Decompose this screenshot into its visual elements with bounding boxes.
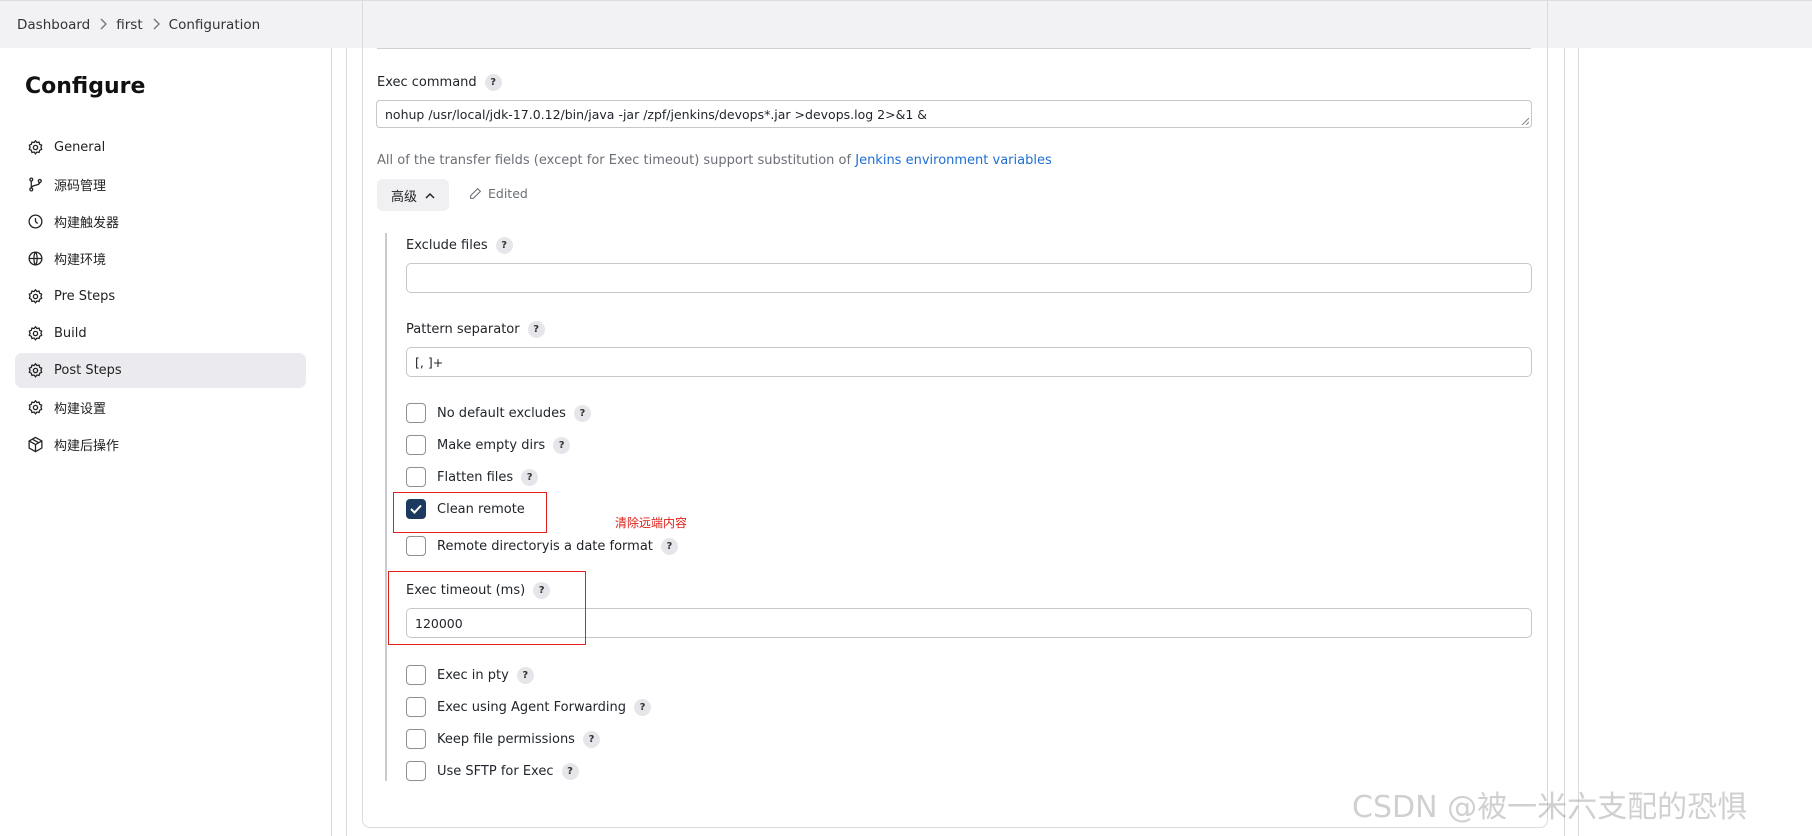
chevron-up-icon	[425, 192, 435, 199]
annotation-box-exec-timeout	[388, 571, 586, 645]
use-sftp-for-exec-checkbox[interactable]	[406, 761, 426, 781]
breadcrumb-first[interactable]: first	[116, 17, 142, 33]
sidebar-item-pre-steps[interactable]: Pre Steps	[15, 279, 306, 314]
remote-directory-date-format-checkbox[interactable]	[406, 536, 426, 556]
jenkins-env-vars-link[interactable]: Jenkins environment variables	[855, 153, 1052, 168]
sidebar-item-label: Build	[54, 326, 87, 341]
no-default-excludes-checkbox[interactable]	[406, 403, 426, 423]
edited-indicator: Edited	[469, 186, 528, 201]
help-icon[interactable]: ?	[495, 237, 513, 254]
sidebar: Configure General 源码管理 构建触发器 构建环境 Pre St…	[0, 48, 330, 836]
watermark: CSDN @被一米六支配的恐惧	[1352, 790, 1748, 825]
exec-agent-forwarding-checkbox[interactable]	[406, 697, 426, 717]
sidebar-item-build-triggers[interactable]: 构建触发器	[15, 204, 306, 239]
sidebar-item-build[interactable]: Build	[15, 316, 306, 351]
advanced-section-bar	[385, 233, 387, 781]
advanced-toggle-button[interactable]: 高级	[377, 179, 449, 211]
sidebar-item-label: 构建设置	[54, 402, 107, 417]
section-border-right	[1564, 48, 1565, 836]
exec-in-pty-checkbox-row[interactable]: Exec in pty ?	[406, 665, 534, 685]
remote-directory-date-format-checkbox-row[interactable]: Remote directoryis a date format ?	[406, 536, 678, 556]
sidebar-item-build-settings[interactable]: 构建设置	[15, 390, 306, 425]
sidebar-item-label: 构建环境	[54, 253, 107, 268]
gear-icon	[26, 325, 44, 343]
gear-icon	[26, 399, 44, 417]
help-icon[interactable]: ?	[660, 537, 678, 555]
exec-command-input[interactable]: nohup /usr/local/jdk-17.0.12/bin/java -j…	[376, 100, 1532, 128]
sidebar-item-post-steps[interactable]: Post Steps	[15, 353, 306, 388]
help-icon[interactable]: ?	[582, 730, 600, 748]
use-sftp-for-exec-checkbox-row[interactable]: Use SFTP for Exec ?	[406, 761, 579, 781]
pattern-separator-input[interactable]	[406, 347, 1532, 377]
sidebar-item-label: General	[54, 140, 106, 155]
content-border-right	[1578, 48, 1579, 836]
previous-field-edge	[377, 48, 1531, 49]
clock-icon	[26, 213, 44, 231]
help-icon[interactable]: ?	[561, 762, 579, 780]
annotation-note: 清除远端内容	[615, 516, 688, 530]
help-icon[interactable]: ?	[516, 666, 534, 684]
sidebar-item-label: Post Steps	[54, 363, 122, 378]
globe-icon	[26, 250, 44, 268]
exec-in-pty-checkbox[interactable]	[406, 665, 426, 685]
pencil-icon	[469, 187, 482, 200]
keep-file-permissions-checkbox-row[interactable]: Keep file permissions ?	[406, 729, 600, 749]
branch-icon	[26, 176, 44, 194]
package-icon	[26, 436, 44, 454]
sidebar-item-label: 构建后操作	[54, 439, 120, 454]
gear-icon	[26, 362, 44, 380]
no-default-excludes-checkbox-row[interactable]: No default excludes ?	[406, 403, 591, 423]
section-border-left	[346, 48, 347, 836]
make-empty-dirs-checkbox[interactable]	[406, 435, 426, 455]
page-title: Configure	[25, 74, 146, 99]
sidebar-item-post-build-actions[interactable]: 构建后操作	[15, 427, 306, 462]
gear-icon	[26, 139, 44, 157]
exec-agent-forwarding-checkbox-row[interactable]: Exec using Agent Forwarding ?	[406, 697, 652, 717]
resize-handle-icon[interactable]	[1521, 117, 1529, 125]
flatten-files-checkbox-row[interactable]: Flatten files ?	[406, 467, 539, 487]
sidebar-item-build-environment[interactable]: 构建环境	[15, 241, 306, 276]
substitution-hint: All of the transfer fields (except for E…	[377, 153, 1052, 168]
help-icon[interactable]: ?	[573, 404, 591, 422]
make-empty-dirs-checkbox-row[interactable]: Make empty dirs ?	[406, 435, 571, 455]
help-icon[interactable]: ?	[527, 321, 545, 338]
help-icon[interactable]: ?	[521, 468, 539, 486]
annotation-box-clean-remote	[393, 492, 547, 533]
exclude-files-input[interactable]	[406, 263, 1532, 293]
flatten-files-checkbox[interactable]	[406, 467, 426, 487]
help-icon[interactable]: ?	[484, 74, 502, 91]
pattern-separator-label: Pattern separator ?	[406, 321, 545, 338]
help-icon[interactable]: ?	[634, 698, 652, 716]
sidebar-item-label: 源码管理	[54, 179, 107, 194]
exclude-files-label: Exclude files ?	[406, 237, 513, 254]
chevron-right-icon	[143, 18, 169, 32]
gear-icon	[26, 288, 44, 306]
keep-file-permissions-checkbox[interactable]	[406, 729, 426, 749]
chevron-right-icon	[90, 18, 116, 32]
sidebar-item-label: 构建触发器	[54, 216, 120, 231]
breadcrumb-configuration[interactable]: Configuration	[169, 17, 261, 33]
exec-command-label: Exec command ?	[377, 74, 502, 91]
sidebar-item-label: Pre Steps	[54, 289, 116, 304]
sidebar-item-source-code[interactable]: 源码管理	[15, 167, 306, 202]
content-border-left	[331, 48, 332, 836]
sidebar-item-general[interactable]: General	[15, 130, 306, 165]
help-icon[interactable]: ?	[553, 436, 571, 454]
breadcrumb-dashboard[interactable]: Dashboard	[17, 17, 90, 33]
